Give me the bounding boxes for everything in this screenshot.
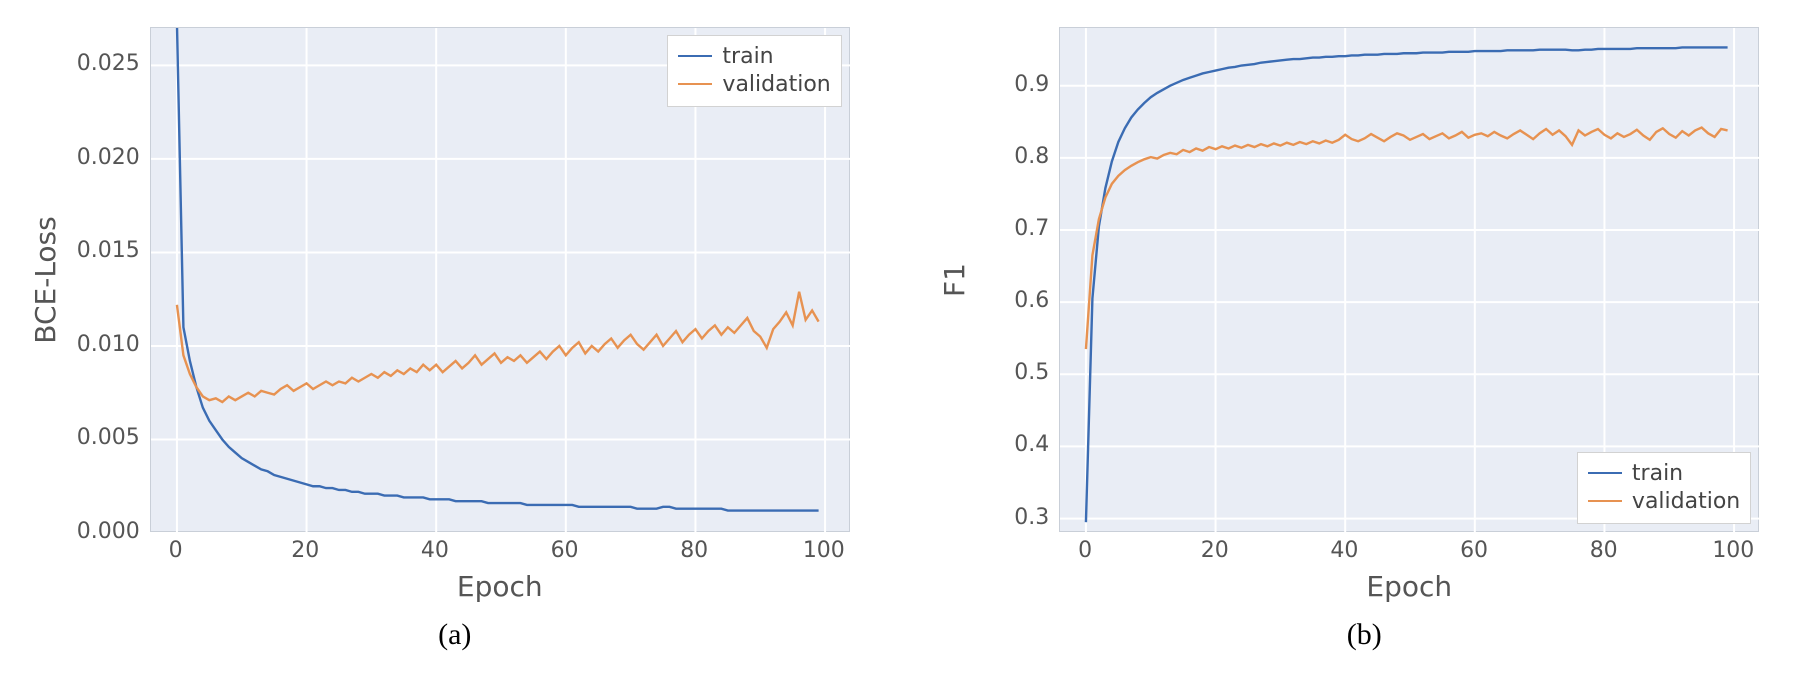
xaxis-label: Epoch [457, 570, 543, 603]
legend-label: train [722, 44, 773, 69]
series-validation [1086, 128, 1728, 349]
xtick-label: 100 [803, 540, 845, 562]
ytick-label: 0.025 [77, 53, 140, 75]
xtick-label: 0 [1078, 540, 1092, 562]
ytick-label: 0.3 [1014, 507, 1049, 529]
legend: train validation [667, 35, 841, 107]
legend: train validation [1577, 452, 1751, 524]
legend-entry-validation: validation [1588, 487, 1740, 515]
legend-entry-train: train [678, 42, 830, 70]
subplot-a-cell: 0 20 40 60 80 100 0.000 0.005 0.010 0.015 0.020 0.0… [0, 0, 910, 680]
legend-entry-validation: validation [678, 70, 830, 98]
xtick-label: 60 [551, 540, 579, 562]
yaxis-label: BCE-Loss [29, 216, 62, 343]
xtick-label: 20 [291, 540, 319, 562]
xaxis-label: Epoch [1366, 570, 1452, 603]
legend-entry-train: train [1588, 459, 1740, 487]
ytick-label: 0.015 [77, 240, 140, 262]
xtick-label: 0 [169, 540, 183, 562]
legend-label: train [1632, 461, 1683, 486]
ytick-label: 0.4 [1014, 434, 1049, 456]
xtick-label: 60 [1460, 540, 1488, 562]
subplot-a-caption: (a) [438, 618, 471, 652]
legend-swatch [678, 83, 712, 85]
ytick-label: 0.6 [1014, 290, 1049, 312]
subplot-b-cell: 0 20 40 60 80 100 0.3 0.4 0.5 0.6 0.7 0.8 0.9 Epoch F1… [910, 0, 1819, 680]
ytick-label: 0.020 [77, 147, 140, 169]
subplot-b-caption: (b) [1347, 618, 1382, 652]
xtick-label: 100 [1712, 540, 1754, 562]
xtick-label: 80 [680, 540, 708, 562]
ytick-label: 0.9 [1014, 74, 1049, 96]
ytick-label: 0.5 [1014, 362, 1049, 384]
ytick-label: 0.005 [77, 427, 140, 449]
ytick-label: 0.8 [1014, 146, 1049, 168]
xtick-label: 80 [1590, 540, 1618, 562]
legend-swatch [678, 55, 712, 57]
legend-swatch [1588, 472, 1622, 474]
ytick-label: 0.7 [1014, 218, 1049, 240]
legend-swatch [1588, 500, 1622, 502]
legend-label: validation [1632, 489, 1740, 514]
series-train [1086, 47, 1728, 522]
ytick-label: 0.000 [77, 521, 140, 543]
yaxis-label: F1 [938, 263, 971, 297]
xtick-label: 20 [1201, 540, 1229, 562]
xtick-label: 40 [1330, 540, 1358, 562]
legend-label: validation [722, 72, 830, 97]
ytick-label: 0.010 [77, 334, 140, 356]
xtick-label: 40 [421, 540, 449, 562]
subplot-b: 0204060801000.30.40.50.60.70.80.9EpochF1… [949, 12, 1779, 612]
figure-container: 0 20 40 60 80 100 0.000 0.005 0.010 0.015 0.020 0.0… [0, 0, 1819, 680]
subplot-a: 0 20 40 60 80 100 0.000 0.005 0.010 0.015 0.020 0.0… [40, 12, 870, 612]
